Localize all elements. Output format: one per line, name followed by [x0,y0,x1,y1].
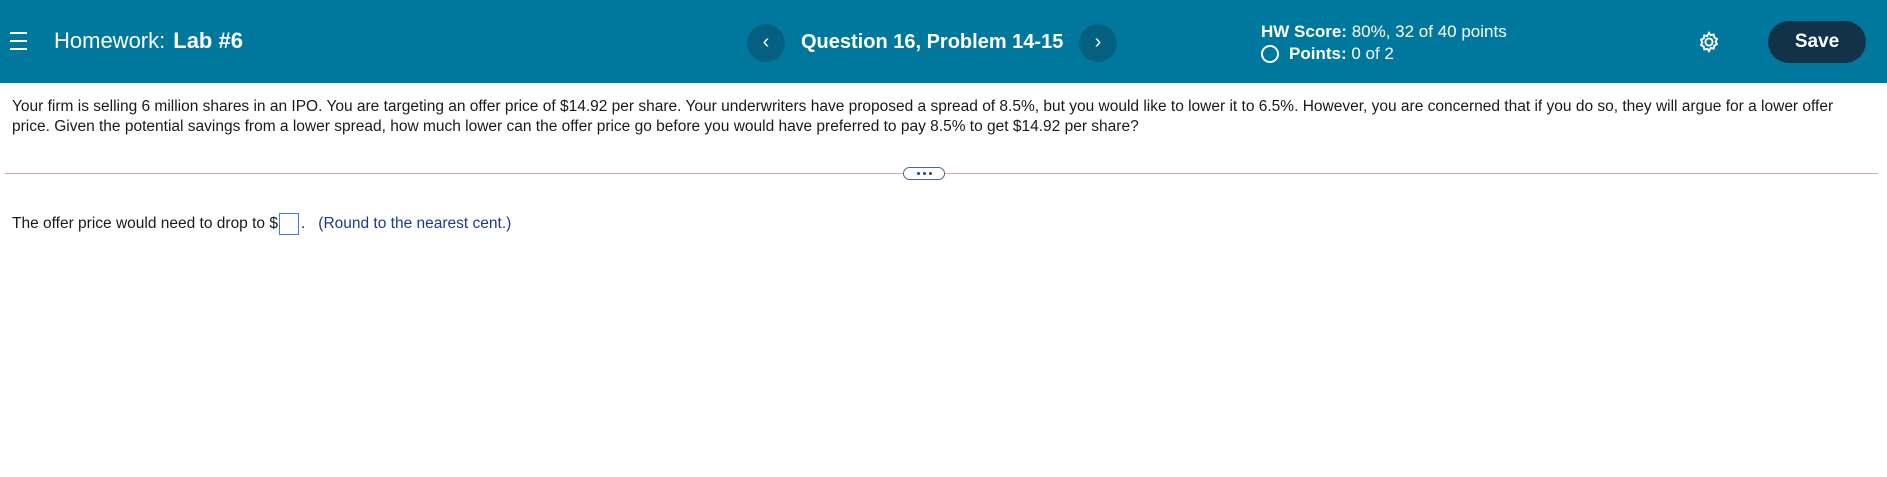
top-bar: Homework: Lab #6 ‹ Question 16, Problem 1… [0,0,1887,83]
hamburger-icon[interactable] [10,32,27,50]
hw-score-value: 80%, 32 of 40 points [1351,22,1507,41]
answer-suffix: . [300,215,306,232]
score-block: HW Score: 80%, 32 of 40 points Points: 0… [1261,21,1507,65]
gear-icon[interactable] [1696,29,1722,55]
hw-score-line: HW Score: 80%, 32 of 40 points [1261,21,1507,43]
points-line: Points: 0 of 2 [1261,43,1507,65]
ellipsis-icon [915,172,933,190]
answer-input[interactable] [278,213,299,235]
rounding-hint: (Round to the nearest cent.) [318,215,512,232]
status-circle-icon [1261,45,1279,63]
next-question-button[interactable]: › [1079,24,1117,62]
expand-toggle-button[interactable] [903,167,945,180]
save-button[interactable]: Save [1768,21,1866,63]
homework-prefix: Homework: [54,28,166,53]
points-value: 0 of 2 [1351,44,1394,63]
answer-prefix: The offer price would need to drop to $ [12,215,278,232]
homework-name: Lab #6 [173,28,243,53]
hw-score-label: HW Score: [1261,22,1347,41]
homework-title: Homework: Lab #6 [54,28,243,54]
points-label: Points: [1289,44,1347,63]
question-text: Your firm is selling 6 million shares in… [12,98,1834,135]
question-title: Question 16, Problem 14-15 [801,31,1064,53]
previous-question-button[interactable]: ‹ [747,24,785,62]
answer-line: The offer price would need to drop to $ … [12,213,511,235]
